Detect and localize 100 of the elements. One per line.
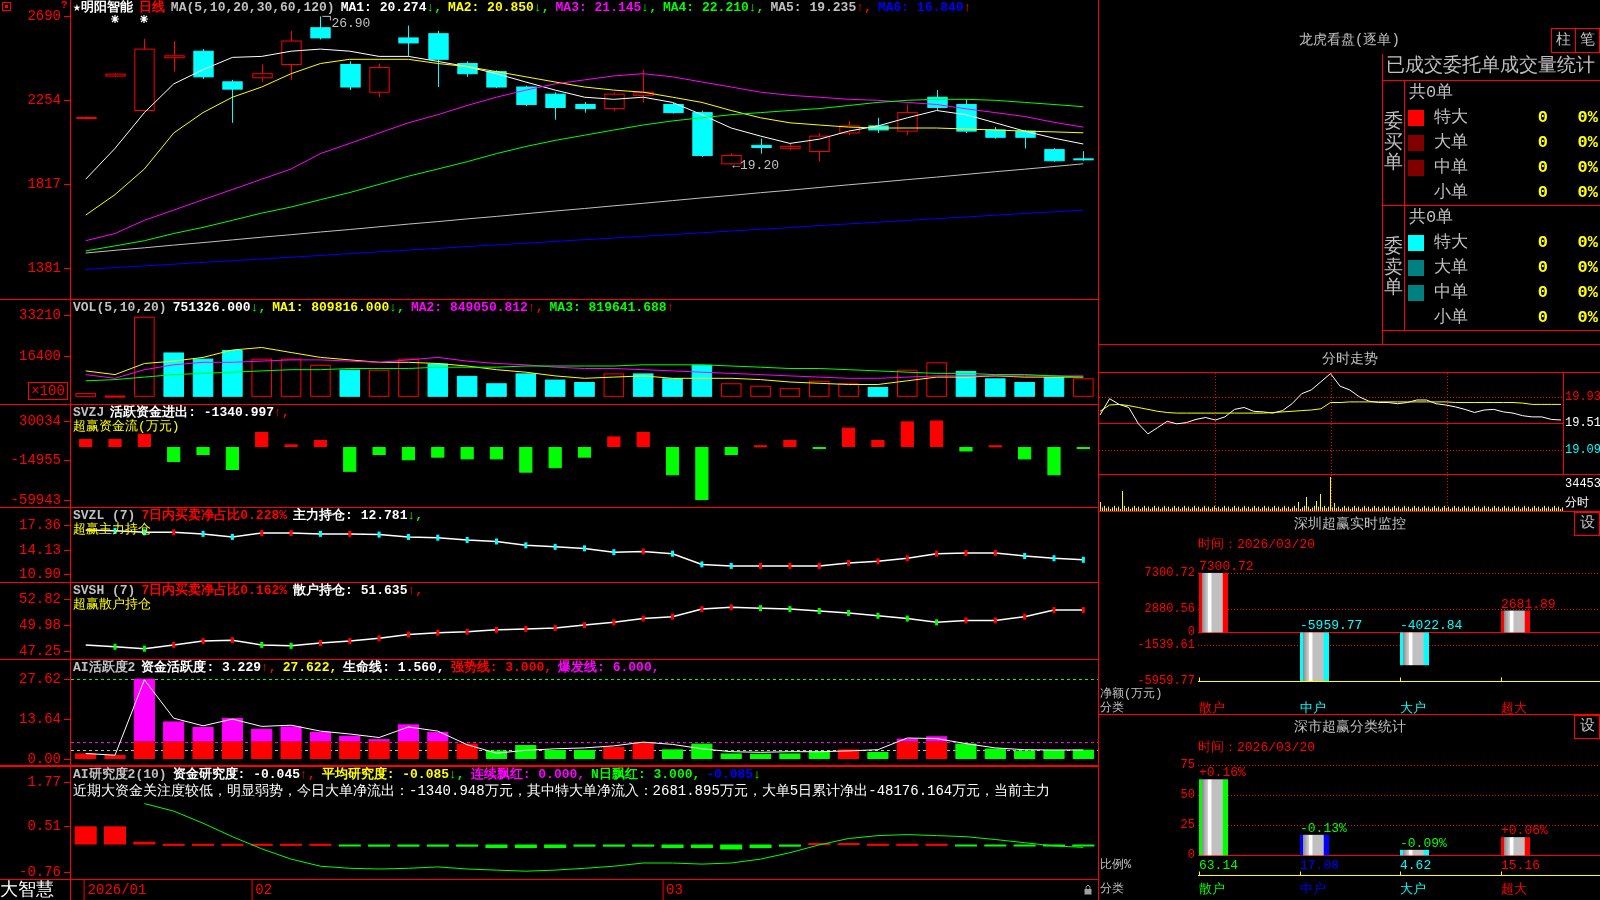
axis-label: -59943 [10, 493, 61, 507]
legend-item: 7日内买卖净占比0.228% [141, 509, 288, 523]
panel-title: 深圳超赢实时监控 [1293, 516, 1406, 532]
legend-item: 资金活跃度: 3.229 [141, 661, 261, 675]
legend-item: MA2: 849050.812 [410, 301, 528, 315]
panel-title: 深市超赢分类统计 [1293, 719, 1406, 735]
order-share: 0% [1577, 282, 1598, 303]
legend-item: MA1: 809816.000 [272, 301, 390, 315]
axis-label: 7300.72 [1144, 566, 1195, 580]
bar-value-label: 2681.89 [1501, 596, 1556, 612]
axis-label: 33210 [19, 308, 61, 322]
legend-item: 资金研究度: -0.045 [172, 768, 301, 782]
legend-item: MA4: 22.210 [662, 1, 749, 15]
order-count: 0 [1537, 133, 1548, 153]
axis-label: 25 [1180, 818, 1195, 832]
axis-label: 30034 [19, 413, 61, 428]
legend-item: 活跃资金进出: -1340.997 [110, 406, 275, 420]
legend-item: AI活跃度2 [73, 661, 136, 675]
axis-label: 1.77 [27, 774, 61, 789]
trend-arrow: ↓, [426, 1, 443, 15]
category-label: 大户 [1400, 701, 1426, 716]
price-annotation: 26.90 [331, 16, 371, 30]
order-count: 0 [1537, 157, 1548, 178]
order-type: 大单 [1434, 258, 1468, 278]
category-label: 超大 [1500, 882, 1527, 897]
legend-item: 平均研究度: -0.085 [321, 768, 450, 782]
trend-arrow: ↑, [300, 768, 316, 782]
trend-arrow: ↓, [641, 1, 657, 15]
change-label: -0.13% [1300, 820, 1347, 836]
axis-label: 1381 [27, 261, 61, 276]
order-share: 0% [1577, 108, 1598, 129]
legend-item: 爆发线: 6.000, [558, 661, 660, 675]
axis-label: 27.62 [19, 671, 61, 686]
change-label: +0.16% [1199, 765, 1246, 781]
axis-label: 50 [1180, 788, 1195, 802]
trend-arrow: ↑, [274, 406, 290, 420]
order-count: 0 [1537, 233, 1548, 254]
date-label: 2026/01 [83, 880, 147, 900]
legend-item: 27.622, [282, 661, 338, 675]
panel-title: 分时走势 [1321, 350, 1378, 367]
axis-label: -5959.77 [1137, 674, 1195, 688]
category-label: 大户 [1400, 882, 1426, 897]
bar-value-label: -5959.77 [1300, 618, 1363, 634]
time-label: 时间：2026/03/20 [1198, 739, 1315, 755]
trend-arrow: ↑ [963, 1, 972, 15]
order-share: 0% [1577, 307, 1598, 328]
order-total: 共0单 [1409, 208, 1454, 229]
unit-label: ×100 [28, 382, 68, 400]
axis-title: 分类 [1100, 702, 1124, 715]
axis-label: 49.98 [19, 618, 61, 633]
order-count: 0 [1537, 258, 1548, 278]
axis-label: 14.13 [19, 542, 61, 557]
legend-item: -0.085 [706, 768, 754, 782]
legend-item: 7日内买卖净占比0.162% [141, 584, 288, 598]
axis-label: 0.00 [27, 752, 61, 766]
axis-title: 净额(万元) [1100, 687, 1163, 701]
trend-arrow: ↓, [748, 1, 765, 15]
axis-label: 2880.56 [1144, 602, 1195, 616]
axis-label: 2690 [27, 9, 61, 24]
axis-label: 13.64 [19, 712, 61, 727]
axis-label: 52.82 [19, 591, 61, 606]
legend-item: MA6: 16.840 [877, 1, 964, 15]
trend-arrow: ↑, [261, 661, 277, 675]
indicator-subtitle: 超赢散户持仓 [73, 598, 151, 611]
trend-arrow: ↓, [407, 509, 424, 523]
order-share: 0% [1577, 233, 1598, 254]
legend-item: VOL(5,10,20) [73, 301, 167, 315]
legend-item: MA3: 819641.688 [549, 301, 667, 315]
axis-label: 2254 [27, 93, 61, 108]
axis-label: -0.76 [19, 864, 61, 879]
order-type: 中单 [1434, 157, 1468, 178]
help-mark: ? [61, 0, 68, 11]
bar-value-label: 4.62 [1400, 858, 1432, 874]
pane-label: 分时 [1565, 496, 1589, 510]
legend-item: SVZL (7) [73, 509, 136, 523]
legend-item: ★明阳智能 [73, 1, 133, 15]
price-label: 19.51 [1565, 416, 1600, 430]
axis-title: 比例% [1100, 858, 1132, 872]
axis-label: 1817 [27, 177, 61, 192]
volume-max-label: 34453 [1565, 477, 1600, 491]
trend-arrow: ↓, [389, 301, 405, 315]
bar-value-label: 17.08 [1300, 858, 1339, 874]
order-share: 0% [1577, 182, 1598, 203]
axis-title: 分类 [1100, 883, 1124, 896]
panel-title: 龙虎看盘(逐单) [1299, 31, 1400, 49]
legend-item: 主力持仓: 12.781 [293, 509, 408, 523]
group-label: 委卖单 [1384, 236, 1403, 300]
axis-label: -1539.61 [1137, 638, 1195, 652]
order-count: 0 [1537, 182, 1548, 203]
bar-value-label: -4022.84 [1400, 618, 1463, 634]
trend-arrow: ↑, [407, 584, 424, 598]
table-title: 已成交委托单成交量统计 [1383, 54, 1600, 81]
date-label: 02 [251, 880, 273, 900]
change-label: +0.06% [1501, 823, 1548, 839]
order-type: 小单 [1434, 307, 1468, 328]
change-label: -0.09% [1400, 835, 1447, 851]
order-type: 特大 [1434, 108, 1468, 129]
trend-arrow: ↑, [856, 1, 872, 15]
legend-item: MA3: 21.145 [555, 1, 642, 15]
legend-item: N日飘红: 3.000, [591, 768, 701, 782]
